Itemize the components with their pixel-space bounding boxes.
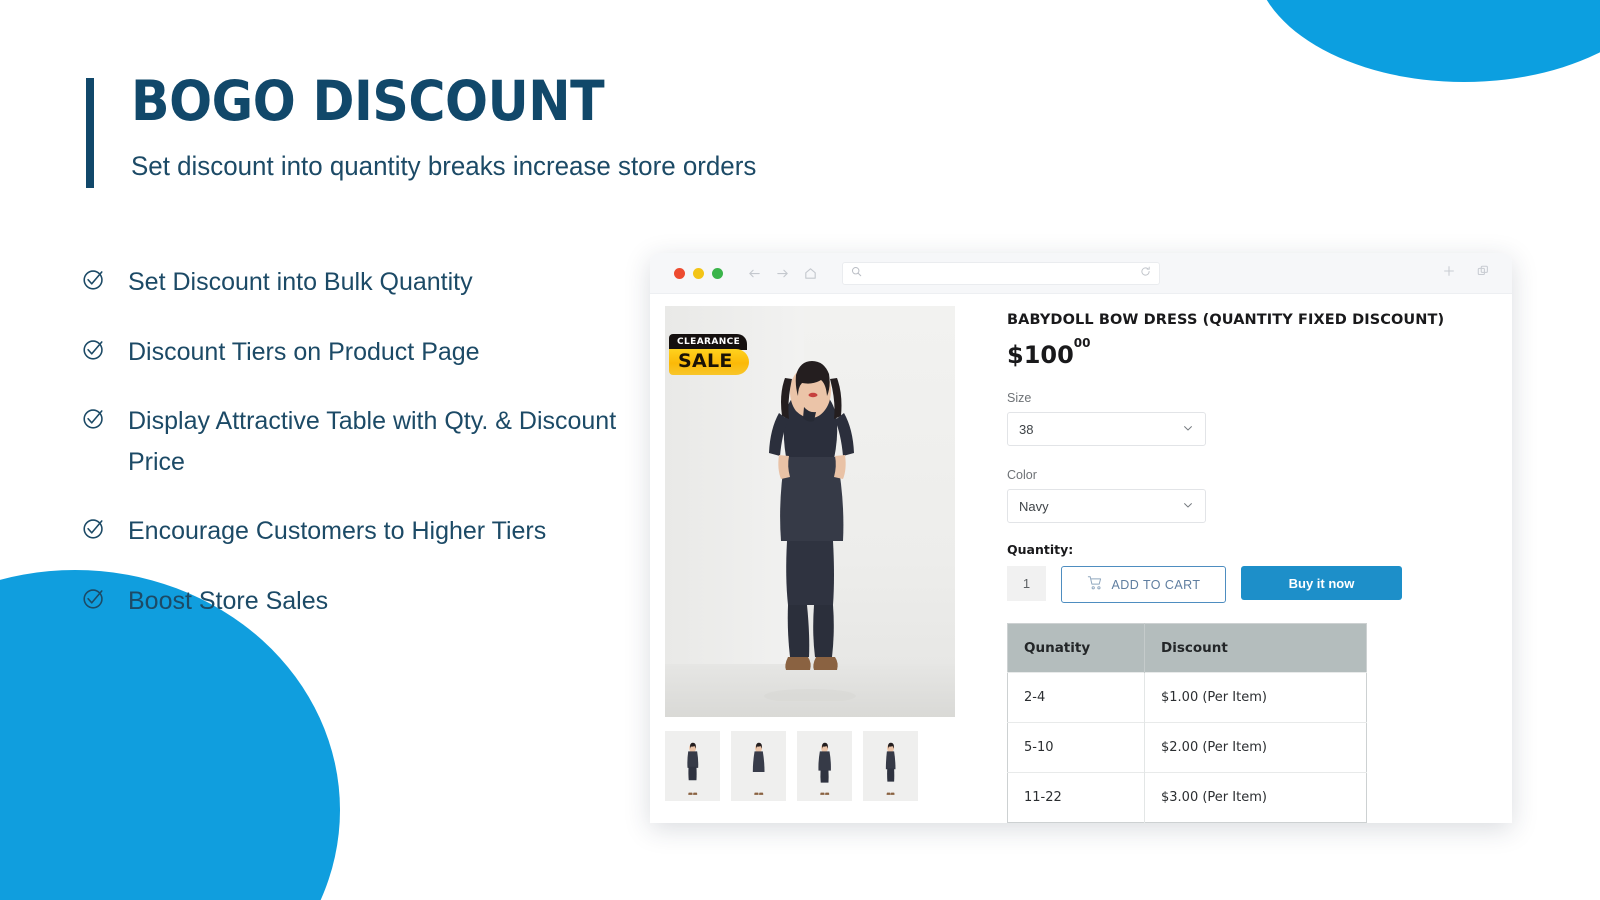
table-row: 5-10 $2.00 (Per Item) [1007,722,1367,773]
list-item-label: Display Attractive Table with Qty. & Dis… [128,407,617,476]
page-title: BOGO DISCOUNT [131,69,605,133]
product-title: BABYDOLL BOW DRESS (QUANTITY FIXED DISCO… [1007,312,1445,328]
maximize-window-icon[interactable] [712,267,723,279]
reload-icon[interactable] [1140,264,1151,282]
list-item: Encourage Customers to Higher Tiers [82,511,642,552]
home-icon[interactable] [803,266,818,281]
header: BOGO DISCOUNT Set discount into quantity… [86,69,782,188]
cell-discount: $2.00 (Per Item) [1144,722,1367,773]
column-header-discount: Discount [1144,623,1367,673]
thumbnail-strip [665,731,1005,801]
list-item: Display Attractive Table with Qty. & Dis… [82,401,642,482]
badge-bottom-label: SALE [669,349,749,375]
buy-it-now-button[interactable]: Buy it now [1241,566,1402,600]
list-item-label: Boost Store Sales [128,586,329,615]
chevron-down-icon [1182,422,1194,437]
address-input[interactable] [868,267,1134,279]
browser-chrome [650,253,1512,294]
table-row: 11-22 $3.00 (Per Item) [1007,772,1367,823]
add-to-cart-label: ADD TO CART [1111,577,1201,592]
thumbnail-2[interactable] [731,731,786,801]
list-item: Set Discount into Bulk Quantity [82,262,642,303]
clearance-sale-badge: CLEARANCE SALE [669,331,755,375]
cell-quantity: 2-4 [1007,672,1145,723]
product-price: $10000 [1007,336,1512,369]
cell-quantity: 5-10 [1007,722,1145,773]
back-arrow-icon[interactable] [747,266,762,281]
close-window-icon[interactable] [674,267,685,279]
shopping-cart-icon [1087,575,1103,594]
search-icon [851,264,862,282]
badge-top-label: CLEARANCE [669,334,748,350]
check-circle-icon [82,586,106,612]
list-item-label: Encourage Customers to Higher Tiers [128,517,547,545]
size-label: Size [1007,391,1032,405]
title-accent-bar [86,78,94,188]
size-select[interactable]: 38 [1007,412,1206,446]
size-value: 38 [1019,421,1034,437]
list-item-label: Set Discount into Bulk Quantity [128,268,473,296]
window-controls[interactable] [674,267,723,279]
color-label: Color [1007,468,1037,482]
quantity-input[interactable]: 1 [1007,566,1046,601]
product-hero-image[interactable]: CLEARANCE SALE [665,306,955,717]
purchase-controls: 1 ADD TO CART Buy it now [1007,566,1512,603]
check-circle-icon [82,516,106,542]
feature-list: Set Discount into Bulk Quantity Discount… [82,262,642,621]
decorative-blob-top-right [1254,0,1600,82]
table-header-row: Qunatity Discount [1007,623,1367,673]
quantity-label: Quantity: [1007,542,1074,557]
check-circle-icon [82,406,106,432]
list-item: Boost Store Sales [82,581,642,622]
browser-window-mockup: CLEARANCE SALE BABYDOLL BOW DRESS (QUANT… [650,253,1512,823]
column-header-quantity: Qunatity [1007,623,1145,673]
discount-tier-table: Qunatity Discount 2-4 $1.00 (Per Item) 5… [1007,623,1367,823]
color-select[interactable]: Navy [1007,489,1206,523]
thumbnail-4[interactable] [863,731,918,801]
check-circle-icon [82,267,106,293]
forward-arrow-icon[interactable] [775,266,790,281]
duplicate-tab-icon[interactable] [1476,264,1490,283]
cell-discount: $1.00 (Per Item) [1144,672,1367,723]
list-item-label: Discount Tiers on Product Page [128,337,480,366]
check-circle-icon [82,337,106,363]
thumbnail-1[interactable] [665,731,720,801]
price-amount: $100 [1007,341,1074,369]
thumbnail-3[interactable] [797,731,852,801]
product-gallery: CLEARANCE SALE [650,306,1005,823]
price-cents: 00 [1073,335,1091,350]
plus-icon[interactable] [1442,264,1456,283]
color-value: Navy [1019,498,1049,514]
minimize-window-icon[interactable] [693,267,704,279]
page-subtitle: Set discount into quantity breaks increa… [131,151,757,181]
add-to-cart-button[interactable]: ADD TO CART [1061,566,1226,603]
model-illustration [764,360,856,701]
chevron-down-icon [1182,499,1194,514]
address-bar[interactable] [842,261,1160,285]
slide-canvas: BOGO DISCOUNT Set discount into quantity… [0,0,1600,900]
list-item: Discount Tiers on Product Page [82,332,642,373]
product-details: BABYDOLL BOW DRESS (QUANTITY FIXED DISCO… [1005,306,1512,823]
cell-quantity: 11-22 [1007,772,1145,823]
table-row: 2-4 $1.00 (Per Item) [1007,672,1367,723]
product-page: CLEARANCE SALE BABYDOLL BOW DRESS (QUANT… [650,294,1512,823]
cell-discount: $3.00 (Per Item) [1144,772,1367,823]
